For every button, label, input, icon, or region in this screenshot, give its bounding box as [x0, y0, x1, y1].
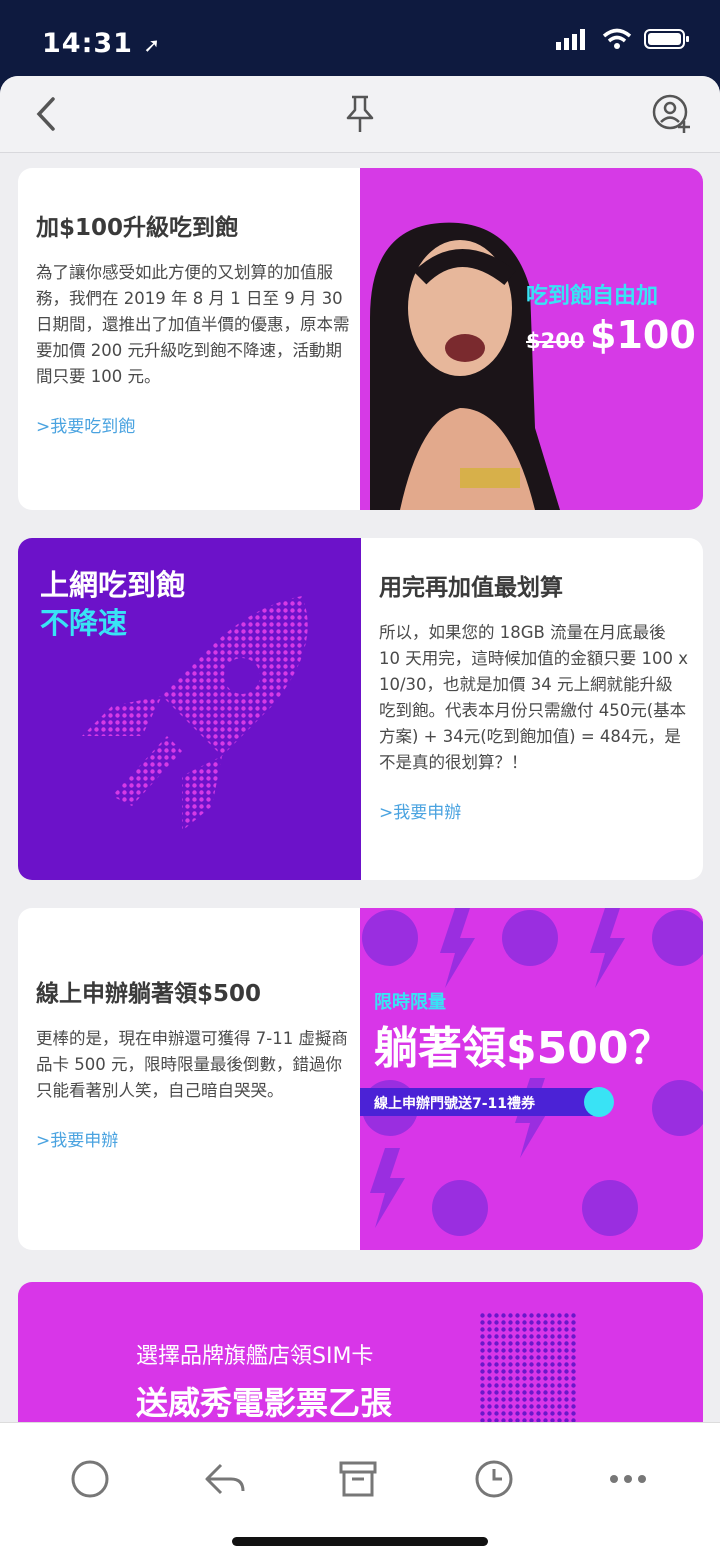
promo-image-rocket: 上網吃到飽 不降速 [18, 538, 361, 880]
banner-line2: 送威秀電影票乙張 [136, 1384, 393, 1422]
clock-icon[interactable] [464, 1449, 524, 1509]
pin-icon[interactable] [338, 92, 382, 136]
bottom-toolbar [0, 1422, 720, 1558]
promo-headline: 吃到飽自由加 [526, 284, 659, 309]
reply-icon[interactable] [195, 1449, 255, 1509]
card-body: 為了讓你感受如此方便的又划算的加值服務，我們在 2019 年 8 月 1 日至 … [36, 263, 350, 386]
home-indicator [232, 1537, 488, 1546]
promo-card-unlimited-addon: 加$100升級吃到飽 為了讓你感受如此方便的又划算的加值服務，我們在 2019 … [18, 168, 703, 510]
promo-card-online-apply: 線上申辦躺著領$500 更棒的是，現在申辦還可獲得 7-11 虛擬商品卡 500… [18, 908, 703, 1250]
more-icon[interactable] [598, 1449, 658, 1509]
card-title: 用完再加值最划算 [379, 575, 563, 601]
mail-sheet: 加$100升級吃到飽 為了讓你感受如此方便的又划算的加值服務，我們在 2019 … [0, 76, 720, 1558]
signal-icon [556, 29, 585, 50]
promo-image-500: 限時限量 躺著領$500？ 線上申辦門號送7-11禮券 [360, 908, 703, 1250]
sim-card-icon [478, 1312, 578, 1432]
wifi-icon [602, 28, 632, 49]
promo-headline: 躺著領$500？ [374, 1023, 673, 1074]
promo-ribbon: 線上申辦門號送7-11禮券 [360, 1087, 614, 1117]
card-title: 加$100升級吃到飽 [36, 215, 239, 241]
status-time: 14:31 ➚ [42, 28, 162, 59]
link-apply[interactable]: >我要申辦 [379, 798, 689, 823]
link-apply[interactable]: >我要申辦 [36, 1126, 350, 1151]
ribbon-dot [584, 1087, 614, 1117]
add-contact-icon[interactable] [650, 92, 694, 136]
card-body: 所以，如果您的 18GB 流量在月底最後 10 天用完，這時候加值的金額只要 1… [379, 623, 688, 772]
rocket-icon [82, 596, 308, 831]
banner-line1: 選擇品牌旗艦店領SIM卡 [136, 1344, 374, 1369]
card-title: 線上申辦躺著領$500 [36, 981, 262, 1007]
promo-price: $200 $100 [526, 313, 696, 357]
circle-icon[interactable] [60, 1449, 120, 1509]
status-icons [556, 28, 690, 50]
battery-icon [644, 29, 689, 49]
pattern-background [362, 908, 703, 1236]
ribbon-text: 線上申辦門號送7-11禮券 [374, 1096, 536, 1112]
promo-image-unlimited: 吃到飽自由加 $200 $100 [360, 168, 703, 510]
card-body: 更棒的是，現在申辦還可獲得 7-11 虛擬商品卡 500 元，限時限量最後倒數，… [36, 1029, 348, 1100]
top-toolbar [0, 76, 720, 153]
status-bar: 14:31 ➚ [0, 0, 720, 80]
back-icon[interactable] [24, 92, 68, 136]
archive-icon[interactable] [328, 1449, 388, 1509]
new-price: $100 [590, 313, 696, 357]
promo-tag: 限時限量 [374, 992, 446, 1013]
promo-card-topup: 上網吃到飽 不降速 用完再加值最划算 所以，如果您的 18GB 流量在月底最後 … [18, 538, 703, 880]
old-price: $200 [526, 329, 585, 353]
link-want-unlimited[interactable]: >我要吃到飽 [36, 412, 350, 437]
